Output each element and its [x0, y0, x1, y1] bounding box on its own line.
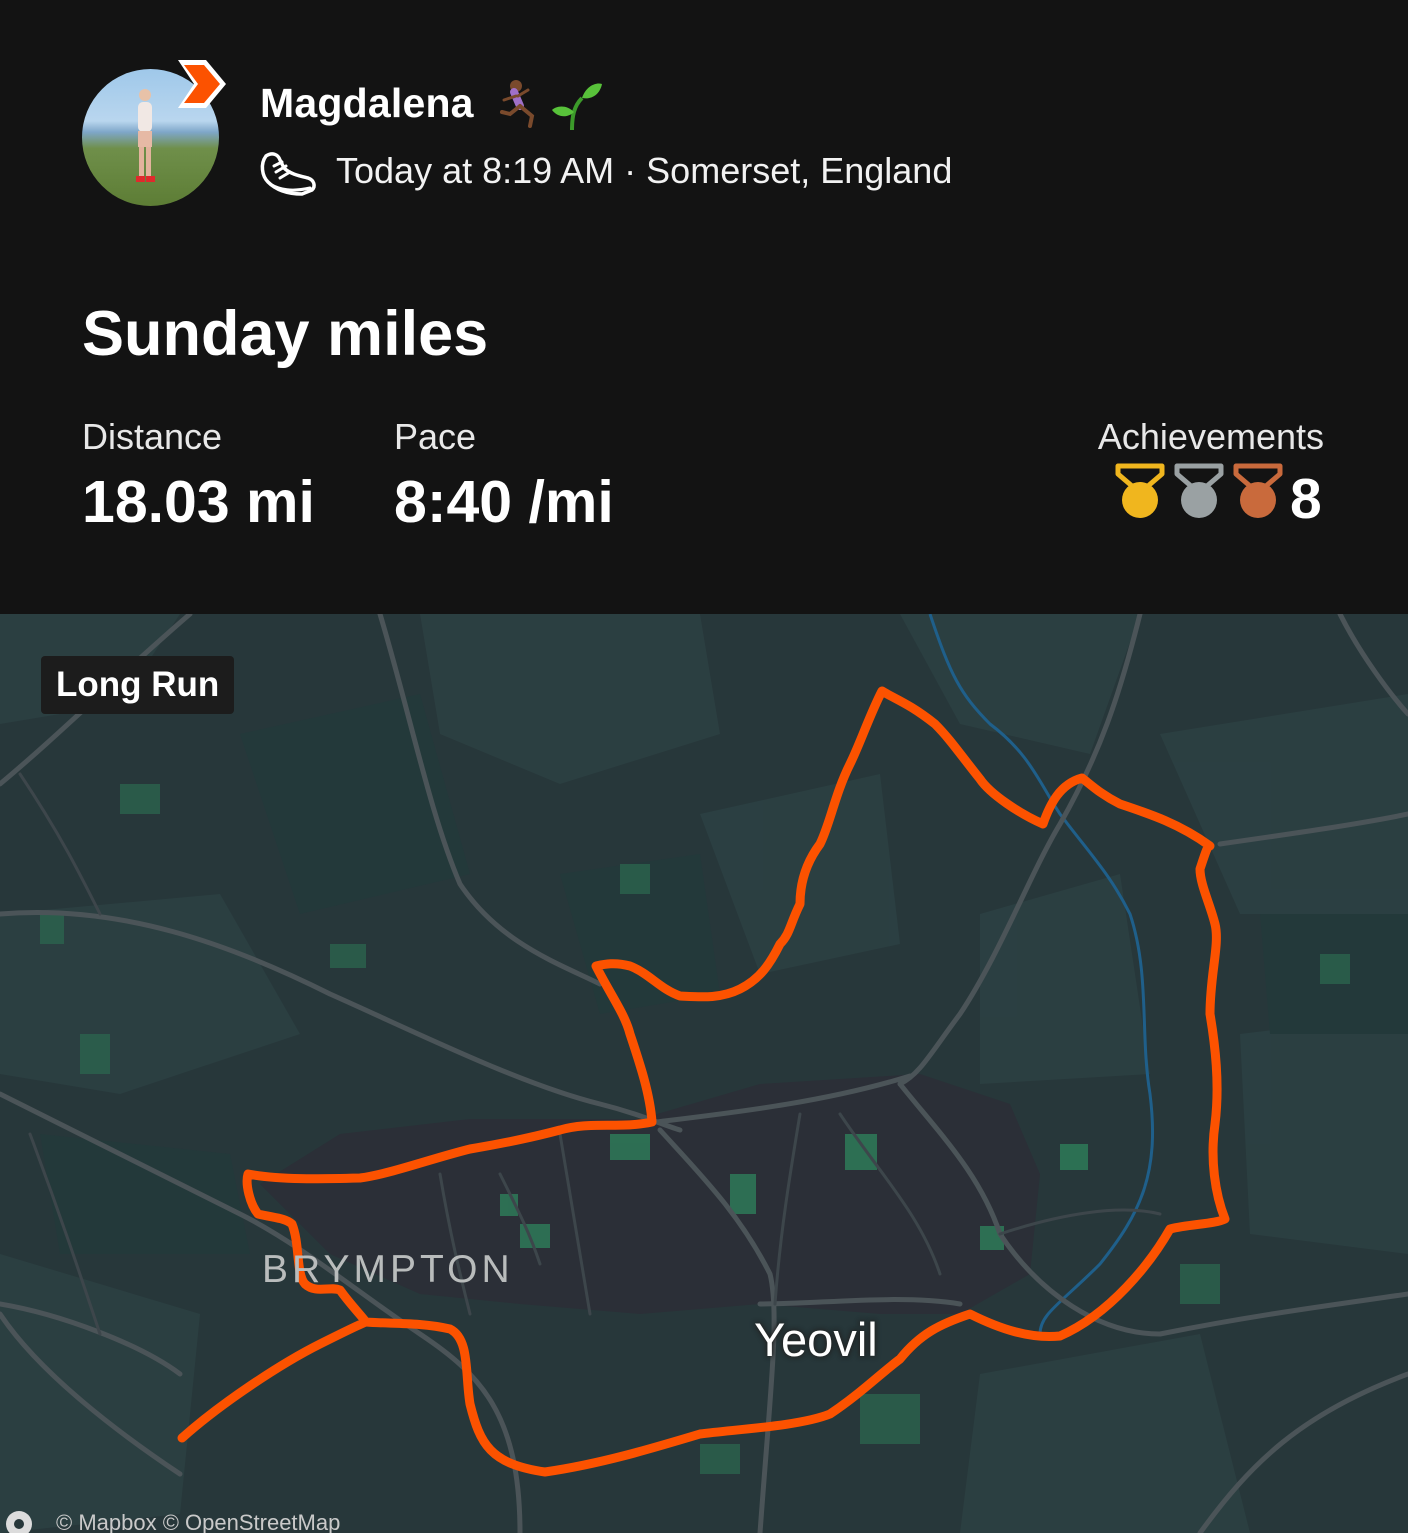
silver-medal-icon [1174, 463, 1224, 518]
activity-time-location: Today at 8:19 AM · Somerset, England [336, 150, 953, 191]
map-canvas [0, 614, 1408, 1533]
gold-medal-icon [1115, 463, 1165, 518]
distance-value: 18.03 mi [82, 469, 315, 535]
activity-header: Magdalena Today at 8:19 AM · Somerset, E… [0, 0, 1408, 614]
avatar-photo [136, 89, 155, 182]
achievements-count: 8 [1290, 467, 1322, 531]
map-attribution[interactable]: © Mapbox © OpenStreetMap [6, 1510, 340, 1533]
distance-label: Distance [82, 416, 223, 457]
map-label-area: BRYMPTON [262, 1248, 514, 1291]
athlete-name[interactable]: Magdalena [260, 80, 474, 127]
bronze-medal-icon [1233, 463, 1283, 518]
map-label-town: Yeovil [754, 1313, 878, 1366]
pace-label: Pace [394, 416, 477, 457]
subscriber-badge-icon [178, 60, 226, 108]
route-map[interactable]: Long Run BRYMPTON Yeovil © Mapbox © Open… [0, 614, 1408, 1533]
athlete-emoji-icon [500, 80, 602, 131]
info-icon[interactable] [6, 1511, 32, 1533]
pace-value: 8:40 /mi [394, 469, 614, 535]
map-attribution-text: © Mapbox © OpenStreetMap [56, 1510, 341, 1533]
run-shoe-icon [260, 152, 316, 196]
activity-title[interactable]: Sunday miles [82, 298, 488, 370]
activity-type-tag: Long Run [41, 656, 235, 714]
achievements-label: Achievements [1097, 416, 1324, 457]
